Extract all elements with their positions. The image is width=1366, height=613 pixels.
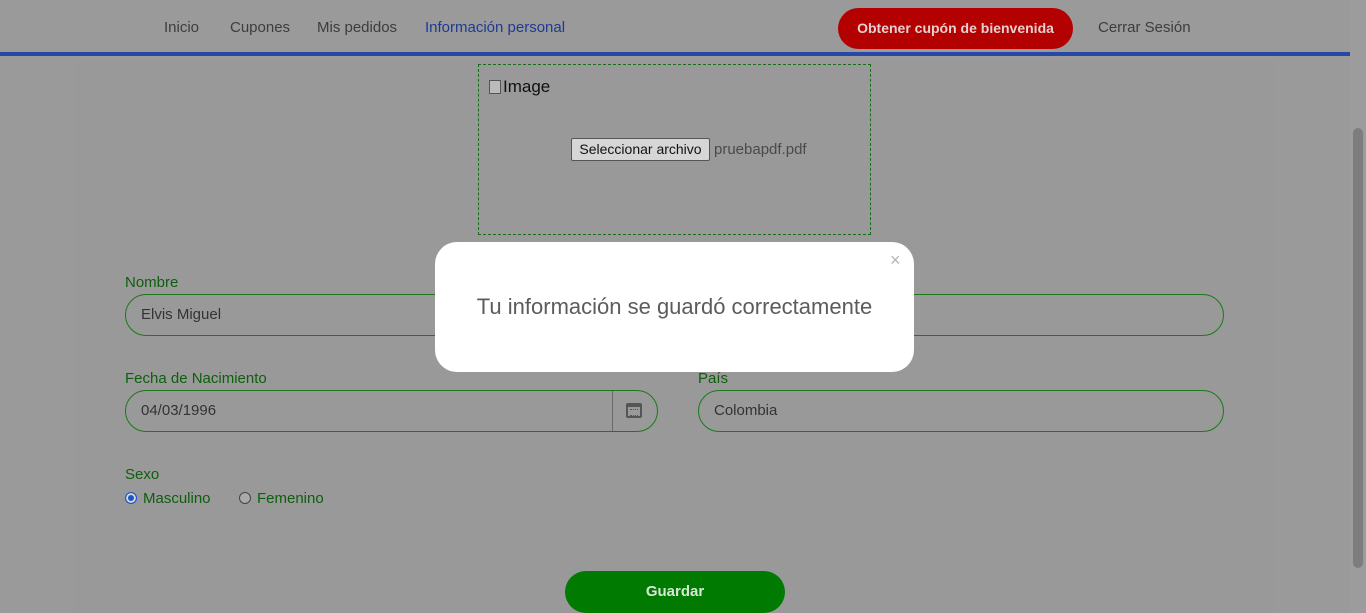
radio-femenino[interactable] (239, 492, 251, 504)
success-modal: × Tu información se guardó correctamente (435, 242, 914, 372)
fecha-nacimiento-value: 04/03/1996 (141, 402, 217, 419)
pais-label: País (698, 370, 729, 387)
nombre-label: Nombre (125, 274, 179, 291)
nav-informacion-personal[interactable]: Información personal (425, 19, 565, 36)
nav-mis-pedidos[interactable]: Mis pedidos (317, 19, 397, 36)
pais-field[interactable]: Colombia (698, 390, 1224, 432)
radio-masculino-label[interactable]: Masculino (143, 490, 211, 507)
close-icon[interactable]: × (890, 250, 901, 271)
welcome-coupon-button[interactable]: Obtener cupón de bienvenida (838, 8, 1073, 49)
scrollbar-thumb[interactable] (1353, 128, 1363, 568)
calendar-divider (612, 391, 613, 431)
save-button[interactable]: Guardar (565, 571, 785, 613)
radio-femenino-label[interactable]: Femenino (257, 490, 324, 507)
page-scrollbar[interactable] (1350, 0, 1366, 613)
logout-link[interactable]: Cerrar Sesión (1098, 19, 1191, 36)
nav-cupones[interactable]: Cupones (230, 19, 290, 36)
calendar-icon[interactable] (626, 403, 642, 418)
fecha-nacimiento-field[interactable]: 04/03/1996 (125, 390, 658, 432)
success-message: Tu información se guardó correctamente (476, 294, 873, 319)
fecha-nacimiento-label: Fecha de Nacimiento (125, 370, 267, 387)
image-alt-text: Image (503, 77, 551, 96)
select-file-button[interactable]: Seleccionar archivo (571, 138, 710, 161)
top-navbar: Inicio Cupones Mis pedidos Información p… (0, 0, 1350, 56)
broken-image: Image (489, 77, 550, 97)
nav-inicio[interactable]: Inicio (164, 19, 199, 36)
sexo-label: Sexo (125, 466, 160, 483)
selected-file-name: pruebapdf.pdf (714, 141, 807, 158)
broken-image-icon (489, 80, 501, 94)
radio-masculino[interactable] (125, 492, 137, 504)
file-upload-area[interactable]: Image Seleccionar archivo pruebapdf.pdf (478, 64, 871, 235)
